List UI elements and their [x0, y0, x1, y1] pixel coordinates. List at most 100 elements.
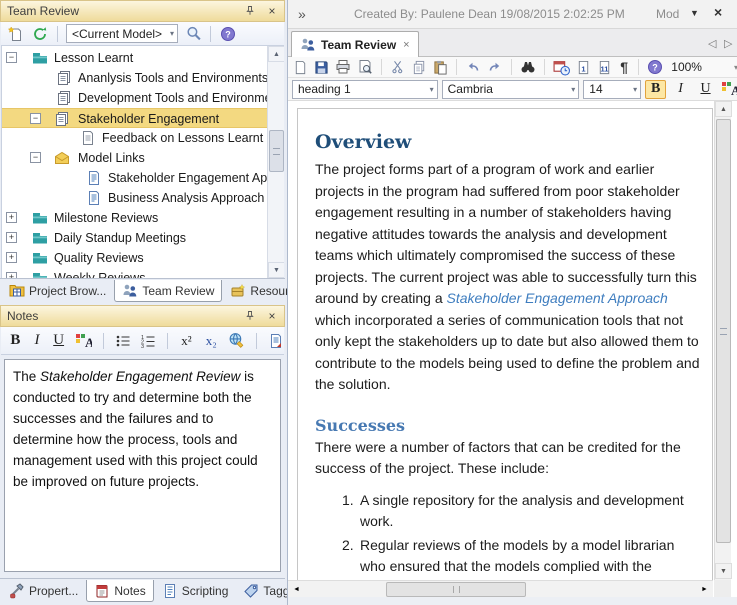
refresh-icon[interactable]: [31, 25, 49, 43]
team-review-people-icon: [122, 283, 138, 299]
category-folder-icon: [32, 50, 48, 66]
find-binoculars-icon[interactable]: [520, 59, 536, 76]
modified-label: Mod: [656, 7, 682, 21]
help-icon[interactable]: ?: [219, 25, 237, 43]
close-icon[interactable]: ×: [264, 3, 280, 19]
font-family-combo[interactable]: Cambria ▾: [442, 80, 580, 99]
tab-scroll-right-icon[interactable]: ▷: [724, 37, 732, 50]
insert-page-number-icon[interactable]: 1: [576, 59, 591, 76]
scroll-up-icon[interactable]: ▲: [715, 101, 732, 117]
scrollbar-thumb[interactable]: [269, 130, 284, 172]
stakeholder-engagement-approach-link[interactable]: Stakeholder Engagement Approach: [447, 290, 668, 306]
collapse-icon[interactable]: −: [30, 152, 41, 163]
tab-notes[interactable]: Notes: [86, 580, 153, 602]
numbered-list-icon[interactable]: 123: [140, 332, 156, 350]
copy-icon[interactable]: [411, 59, 426, 76]
zoom-level-value[interactable]: 100%: [671, 60, 702, 74]
scrollbar-thumb[interactable]: [716, 119, 731, 543]
tree-item-milestone-reviews[interactable]: + Milestone Reviews: [2, 208, 267, 228]
team-review-tree: − Lesson Learnt Ananlysis Tools and Envi…: [1, 46, 284, 278]
save-icon[interactable]: [314, 59, 329, 76]
scroll-down-icon[interactable]: ▼: [715, 563, 732, 579]
scroll-left-icon[interactable]: ◄: [288, 581, 305, 598]
document-editor-area[interactable]: Overview The project forms part of a pro…: [288, 101, 737, 605]
linked-document-icon[interactable]: [268, 332, 284, 350]
tree-item-weekly-reviews[interactable]: + Weekly Reviews: [2, 268, 267, 278]
model-selector-combo[interactable]: <Current Model> ▾: [66, 24, 178, 43]
tree-item-analysis-tools[interactable]: Ananlysis Tools and Environments: [2, 68, 267, 88]
print-icon[interactable]: [335, 59, 351, 76]
search-icon[interactable]: [184, 25, 202, 43]
new-topic-icon[interactable]: [7, 25, 25, 43]
collapse-icon[interactable]: −: [6, 52, 17, 63]
expand-icon[interactable]: +: [6, 212, 17, 223]
tree-vertical-scrollbar[interactable]: ▲ ▼: [267, 46, 284, 278]
scroll-up-icon[interactable]: ▲: [268, 46, 284, 62]
document-vertical-scrollbar[interactable]: ▲ ▼: [714, 101, 731, 580]
document-page[interactable]: Overview The project forms part of a pro…: [297, 108, 713, 605]
pilcrow-icon[interactable]: ¶: [618, 59, 631, 75]
undo-icon[interactable]: [465, 59, 481, 76]
tree-item-lesson-learnt[interactable]: − Lesson Learnt: [2, 48, 267, 68]
tree-item-quality-reviews[interactable]: + Quality Reviews: [2, 248, 267, 268]
tree-item-label: Development Tools and Environments: [78, 91, 284, 105]
resources-icon: [230, 283, 246, 299]
scroll-right-icon[interactable]: ►: [696, 581, 713, 598]
tree-item-stakeholder-engagement[interactable]: − Stakeholder Engagement: [2, 108, 267, 128]
category-folder-icon: [32, 250, 48, 266]
font-color-icon[interactable]: A: [720, 80, 737, 98]
italic-button[interactable]: I: [31, 332, 44, 349]
paste-icon[interactable]: [433, 59, 448, 76]
font-size-combo[interactable]: 14 ▾: [583, 80, 641, 99]
notes-text-area[interactable]: The Stakeholder Engagement Review is con…: [4, 359, 281, 572]
tree-item-model-links[interactable]: − Model Links: [2, 148, 267, 168]
redo-icon[interactable]: [487, 59, 503, 76]
scroll-down-icon[interactable]: ▼: [268, 262, 284, 278]
chevrons-icon[interactable]: »: [298, 6, 306, 22]
tree-item-label: Business Analysis Approach: [108, 191, 264, 205]
document-horizontal-scrollbar[interactable]: ◄ ►: [288, 580, 713, 597]
tab-project-browser[interactable]: Project Brow...: [2, 280, 113, 301]
expand-icon[interactable]: +: [6, 232, 17, 243]
tree-item-development-tools[interactable]: Development Tools and Environments: [2, 88, 267, 108]
collapse-icon[interactable]: −: [30, 113, 41, 124]
tree-item-se-approach[interactable]: Stakeholder Engagement Approach: [2, 168, 267, 188]
tab-properties[interactable]: Propert...: [2, 580, 85, 601]
close-icon[interactable]: ×: [714, 4, 722, 20]
insert-page-count-icon[interactable]: 11: [597, 59, 612, 76]
pin-icon[interactable]: [242, 308, 258, 324]
tab-scripting[interactable]: Scripting: [155, 580, 236, 601]
insert-datetime-icon[interactable]: [553, 59, 570, 76]
linked-document-icon: [86, 190, 102, 206]
hyperlink-globe-icon[interactable]: [228, 332, 245, 350]
cut-icon[interactable]: [390, 59, 405, 76]
paragraph-style-combo[interactable]: heading 1 ▾: [292, 80, 438, 99]
close-tab-icon[interactable]: ×: [403, 39, 409, 51]
tree-item-daily-standup[interactable]: + Daily Standup Meetings: [2, 228, 267, 248]
bullet-list-icon[interactable]: [115, 332, 131, 350]
tree-item-feedback[interactable]: Feedback on Lessons Learnt: [2, 128, 267, 148]
paragraph-text: which incorporated a series of communica…: [315, 312, 699, 393]
new-document-icon[interactable]: [293, 59, 308, 76]
tree-item-ba-approach[interactable]: Business Analysis Approach: [2, 188, 267, 208]
expand-icon[interactable]: +: [6, 252, 17, 263]
scrollbar-thumb[interactable]: [386, 582, 526, 597]
tab-label: Scripting: [182, 584, 229, 598]
bold-button[interactable]: B: [9, 332, 22, 349]
chevron-down-icon[interactable]: ▼: [690, 8, 699, 18]
scrollbar-corner: [714, 580, 731, 597]
tab-team-review-document[interactable]: Team Review ×: [291, 31, 419, 57]
font-color-icon[interactable]: A: [74, 332, 92, 350]
help-icon[interactable]: ?: [647, 59, 663, 76]
subscript-button[interactable]: x₂: [203, 333, 219, 349]
underline-button[interactable]: U: [52, 332, 65, 349]
underline-button[interactable]: U: [695, 80, 716, 99]
tab-team-review[interactable]: Team Review: [114, 280, 222, 302]
superscript-button[interactable]: x²: [179, 333, 195, 349]
pin-icon[interactable]: [242, 3, 258, 19]
print-preview-icon[interactable]: [357, 59, 373, 76]
tab-scroll-left-icon[interactable]: ◁: [708, 37, 716, 50]
bold-button[interactable]: B: [645, 80, 666, 99]
close-icon[interactable]: ×: [264, 308, 280, 324]
italic-button[interactable]: I: [670, 80, 691, 99]
